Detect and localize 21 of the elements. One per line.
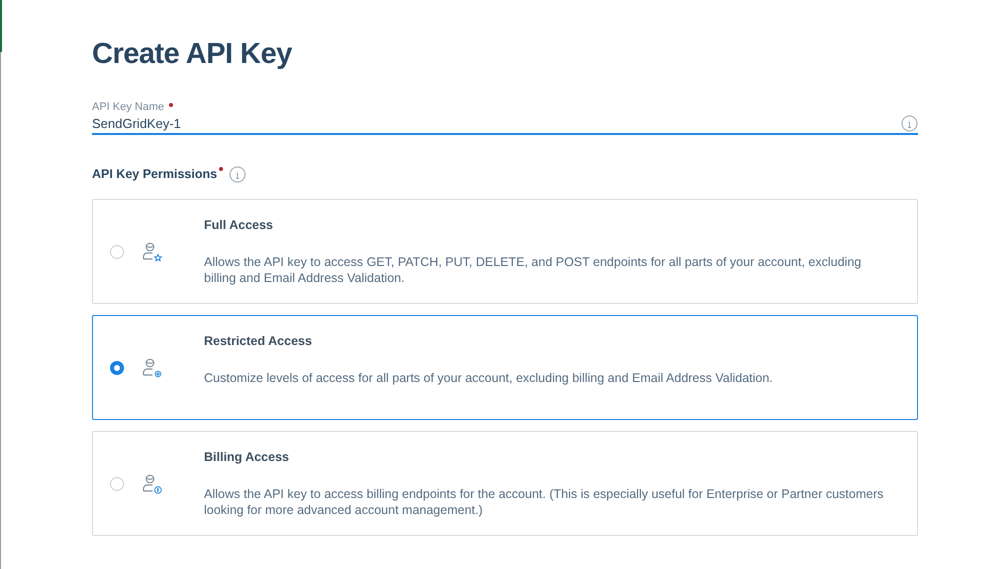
radio-button[interactable]	[110, 244, 124, 258]
page-title: Create API Key	[92, 38, 294, 71]
option-title: Full Access	[204, 218, 274, 232]
option-title: Restricted Access	[204, 334, 313, 348]
name-field[interactable]: SendGridKey-1	[92, 113, 918, 135]
section-label: API Key Permissions	[92, 167, 218, 181]
user-dollar-icon	[142, 474, 163, 494]
info-icon[interactable]	[901, 115, 918, 132]
radio-button[interactable]	[110, 360, 124, 374]
user-gear-icon	[142, 358, 163, 378]
radio-button[interactable]	[110, 476, 124, 490]
field-label: API Key Name	[92, 101, 164, 113]
info-icon[interactable]	[229, 166, 246, 182]
option-description: Allows the API key to access GET, PATCH, PUT, DELETE, and POST endpoints for all parts of your account, excluding billing and Email Address Validation.	[204, 254, 862, 286]
user-star-icon	[142, 242, 163, 262]
permission-option[interactable]: Restricted Access Customize levels of access for all parts of your account, excluding billing and Email Address Validation.	[92, 315, 918, 420]
permission-option[interactable]: Full Access Allows the API key to access GET, PATCH, PUT, DELETE, and POST endpoints for all parts of your account, excluding billing and Email Address Validation.	[92, 199, 918, 304]
option-description: Customize levels of access for all parts of your account, excluding billing and Email Address Validation.	[204, 370, 773, 386]
option-description: Allows the API key to access billing endpoints for the account. (This is especially useful for Enterprise or Partner customers looking for more advanced account management.)	[204, 486, 884, 518]
option-title: Billing Access	[204, 450, 290, 464]
permission-option[interactable]: Billing Access Allows the API key to access billing endpoints for the account. (This is especially useful for Enterprise or Partner customers looking for more advanced account management.)	[92, 431, 918, 536]
